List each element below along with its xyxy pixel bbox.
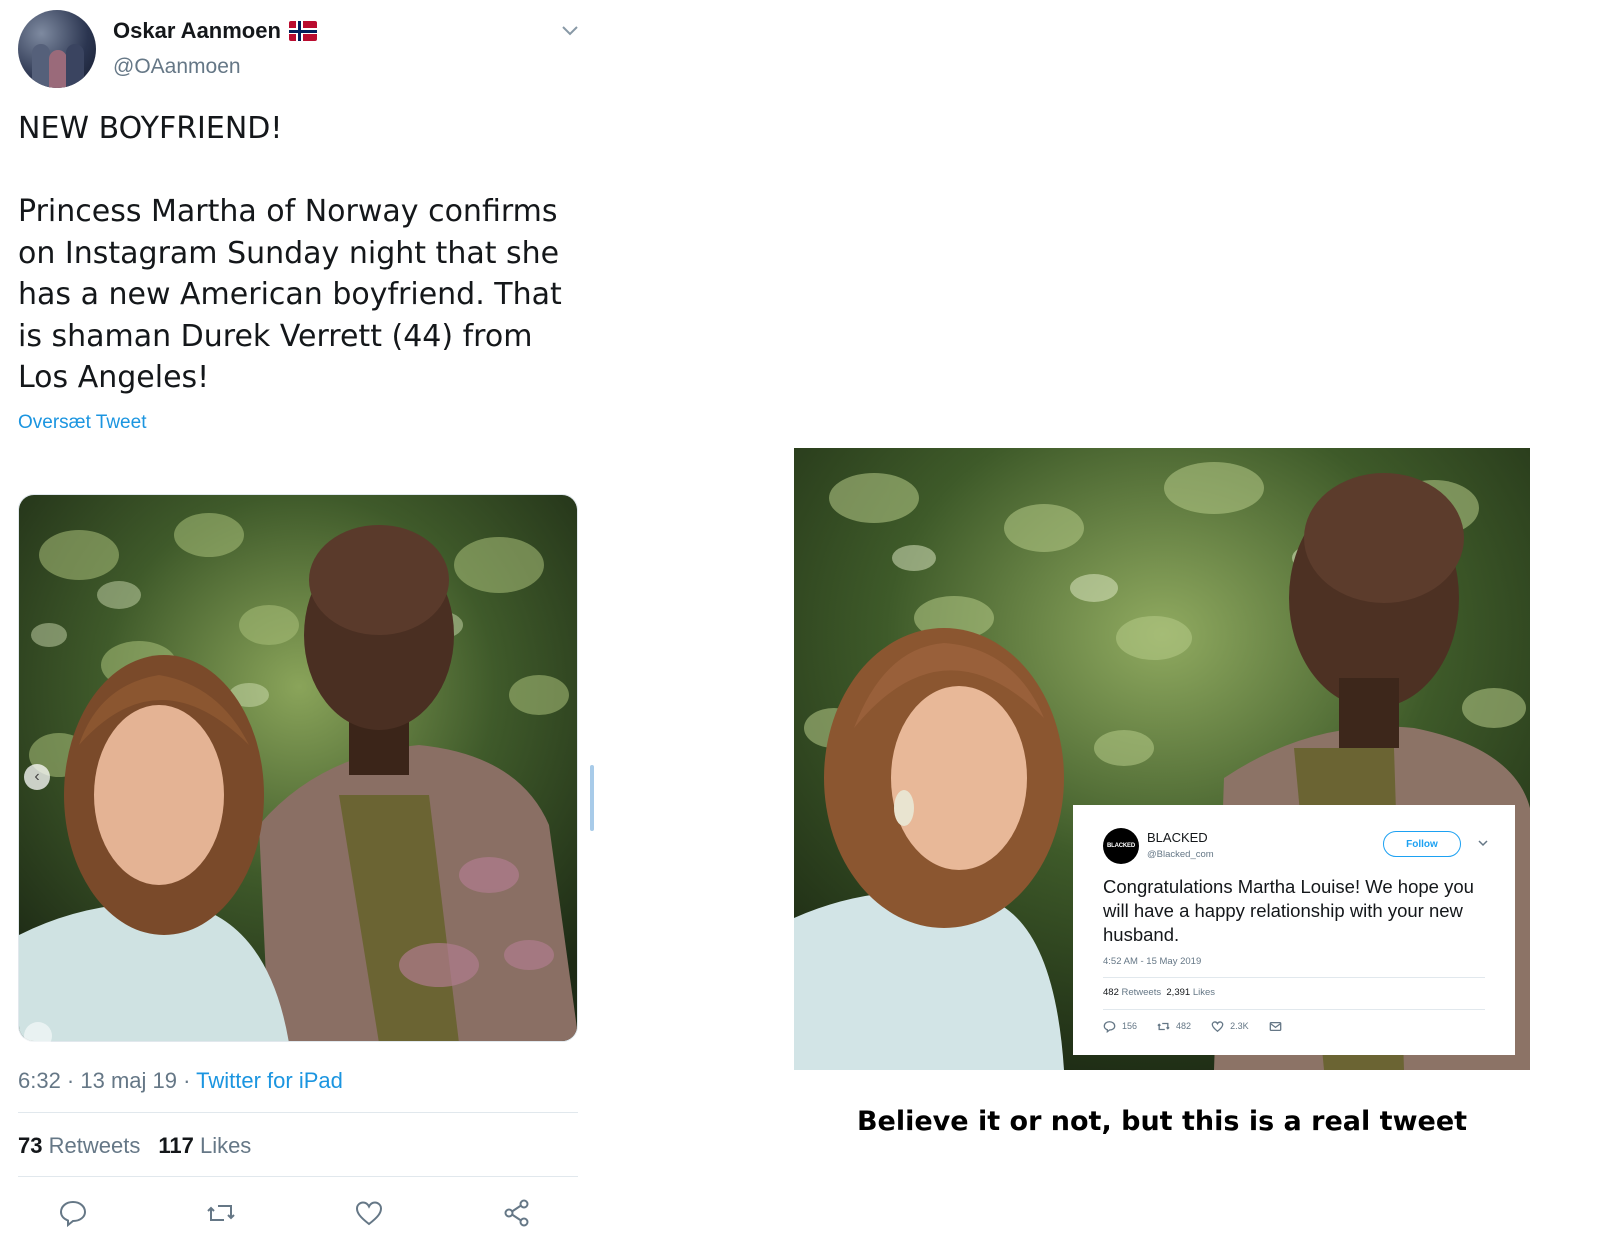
embedded-likes-count: 2,391 [1166, 987, 1191, 998]
reply-icon [1103, 1020, 1116, 1033]
embedded-follow-button: Follow [1383, 831, 1461, 857]
like-icon [1211, 1020, 1224, 1032]
embedded-like-count: 2.3K [1230, 1021, 1249, 1031]
embedded-tweet-time: 4:52 AM - 15 May 2019 [1103, 956, 1202, 967]
display-name-text[interactable]: Oskar Aanmoen [113, 18, 281, 44]
user-handle[interactable]: @OAanmoen [113, 55, 241, 79]
tweet-time: 6:32 · 13 maj 19 · [18, 1068, 197, 1093]
embedded-likes-label: Likes [1192, 987, 1215, 998]
left-tweet: Oskar Aanmoen @OAanmoen NEW BOYFRIEND! P… [0, 0, 600, 1241]
user-tag-icon[interactable] [24, 1022, 52, 1050]
embedded-retweets-count: 482 [1103, 987, 1119, 998]
chevron-down-icon [1478, 840, 1488, 847]
retweet-label[interactable]: Retweets [49, 1133, 141, 1158]
tweet-source-link[interactable]: Twitter for iPad [196, 1068, 343, 1093]
retweet-icon[interactable] [206, 1198, 236, 1228]
tweet-stats: 73 Retweets 117 Likes [18, 1133, 251, 1159]
embedded-retweet-count: 482 [1176, 1021, 1192, 1031]
display-name[interactable]: Oskar Aanmoen [113, 18, 317, 44]
translate-tweet-link[interactable]: Oversæt Tweet [18, 412, 146, 434]
divider [1103, 977, 1485, 978]
embedded-retweets-label: Retweets [1121, 987, 1162, 998]
tweet-photo[interactable] [18, 494, 578, 1042]
embedded-reply-count: 156 [1122, 1021, 1138, 1031]
chevron-down-icon[interactable] [560, 20, 580, 40]
embedded-display-name: BLACKED [1147, 830, 1208, 845]
embedded-handle: @Blacked_com [1147, 849, 1214, 860]
tweet-body: Princess Martha of Norway confirms on In… [18, 194, 562, 395]
tweet-meta: 6:32 · 13 maj 19 · Twitter for iPad [18, 1068, 343, 1094]
retweet-icon [1157, 1022, 1170, 1030]
like-label[interactable]: Likes [200, 1133, 251, 1158]
norway-flag-icon [288, 21, 317, 41]
message-icon [1269, 1021, 1281, 1031]
like-icon[interactable] [354, 1198, 384, 1228]
share-icon[interactable] [502, 1198, 532, 1228]
tweet-photo-image [19, 495, 577, 1041]
retweet-count[interactable]: 73 [18, 1133, 42, 1158]
embedded-actions: 156 482 2.3K [1103, 1019, 1302, 1033]
divider [1103, 1009, 1485, 1010]
tweet-headline: NEW BOYFRIEND! [18, 111, 283, 146]
tweet-text: NEW BOYFRIEND! Princess Martha of Norway… [18, 108, 578, 399]
embedded-stats: 482 Retweets 2,391 Likes [1103, 987, 1215, 998]
caption: Believe it or not, but this is a real tw… [856, 1106, 1468, 1137]
embedded-tweet-card: BLACKED BLACKED @Blacked_com Follow Cong… [1073, 805, 1515, 1055]
scrollbar[interactable] [590, 765, 594, 831]
embedded-tweet-text: Congratulations Martha Louise! We hope y… [1103, 876, 1474, 945]
divider [18, 1176, 578, 1177]
avatar[interactable] [18, 10, 96, 88]
divider [18, 1112, 578, 1113]
embedded-avatar: BLACKED [1103, 828, 1139, 864]
like-count[interactable]: 117 [158, 1133, 194, 1158]
tweet-actions [58, 1198, 578, 1230]
reply-icon[interactable] [58, 1198, 88, 1228]
chevron-left-icon[interactable]: ‹ [24, 764, 50, 790]
